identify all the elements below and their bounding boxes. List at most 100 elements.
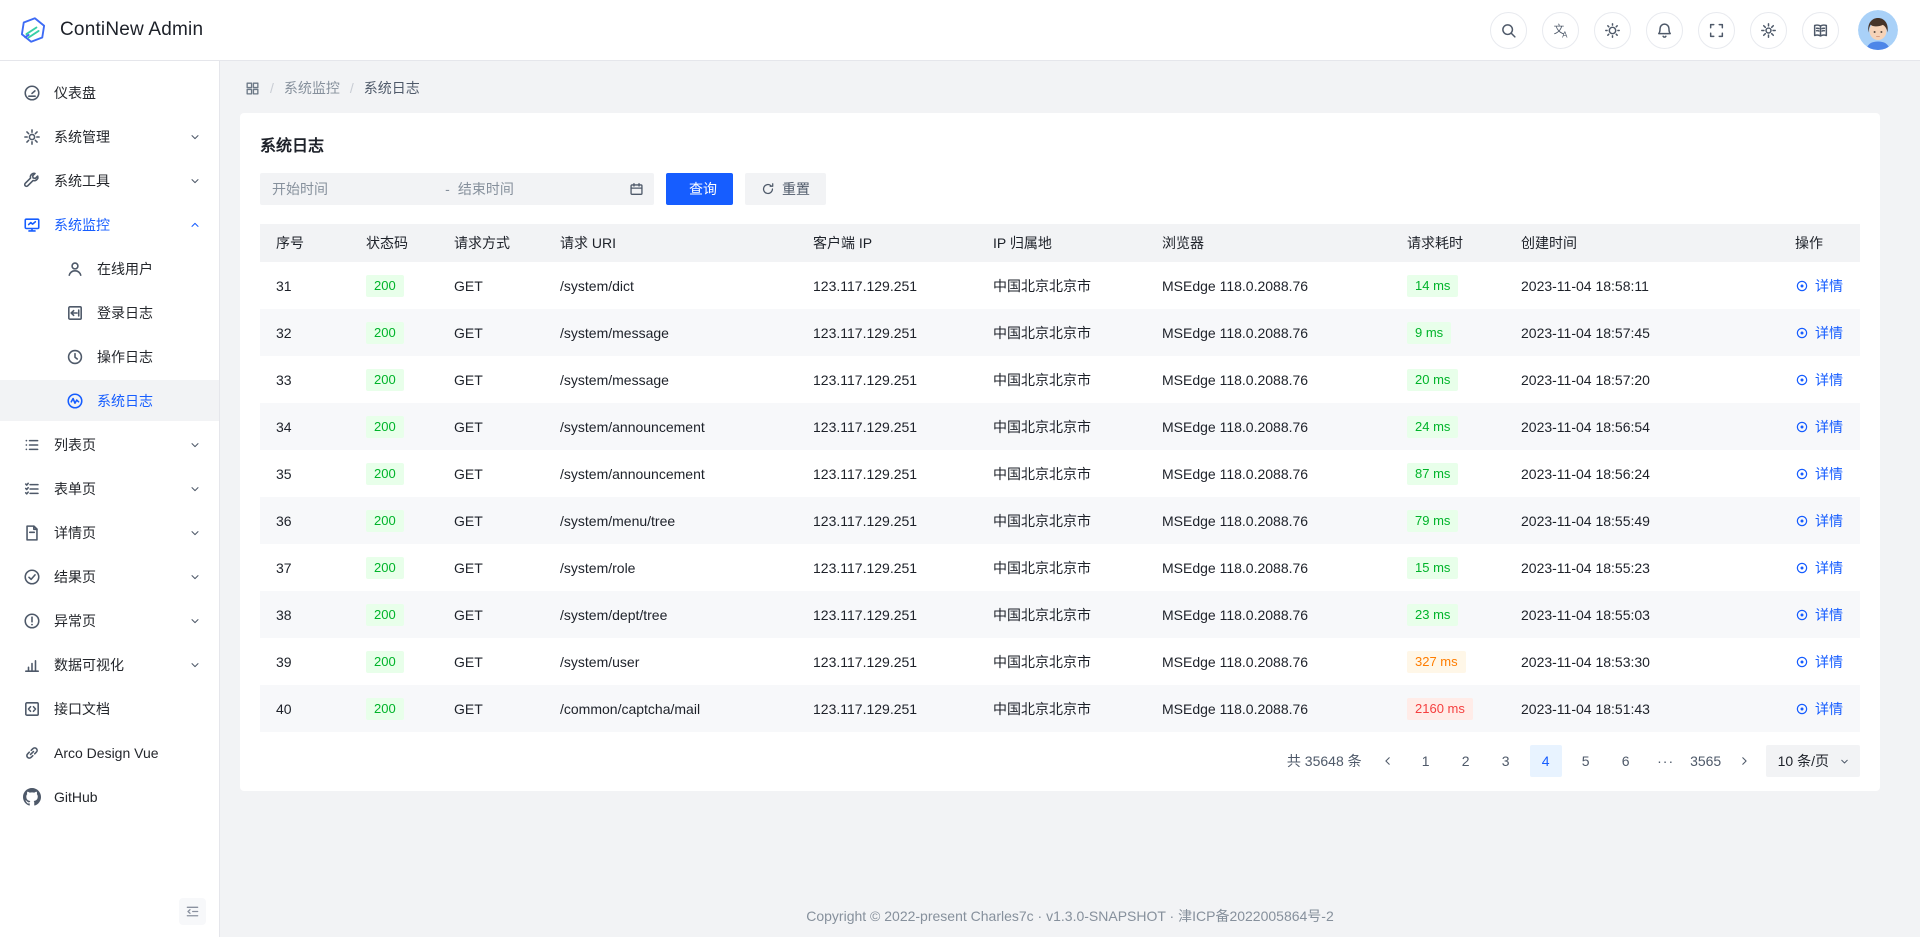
detail-link[interactable]: 详情: [1795, 558, 1843, 578]
apps-grid-icon[interactable]: [245, 81, 260, 96]
uri-cell: /system/user: [544, 638, 797, 685]
date-range-picker[interactable]: -: [260, 173, 654, 205]
column-header: 请求耗时: [1391, 224, 1505, 262]
table-row: 37200GET/system/role123.117.129.251中国北京北…: [260, 544, 1860, 591]
search-button[interactable]: [1490, 12, 1527, 49]
notification-button[interactable]: [1646, 12, 1683, 49]
collapse-sidebar-button[interactable]: [179, 898, 206, 925]
pagination-ellipsis[interactable]: ···: [1650, 745, 1682, 777]
sidebar-item-label: Arco Design Vue: [54, 745, 201, 761]
copyright-text: Copyright © 2022-present Charles7c · v1.…: [806, 908, 1334, 924]
app-logo[interactable]: ContiNew Admin: [18, 15, 203, 45]
search-button[interactable]: 查询: [666, 173, 733, 205]
sidebar-item-online-users[interactable]: 在线用户: [0, 248, 219, 289]
id-cell: 34: [260, 403, 350, 450]
detail-link[interactable]: 详情: [1795, 699, 1843, 719]
status-cell: 200: [350, 544, 438, 591]
detail-link[interactable]: 详情: [1795, 511, 1843, 531]
sidebar-item-result-page[interactable]: 结果页: [0, 556, 219, 597]
theme-light-button[interactable]: [1594, 12, 1631, 49]
id-cell: 37: [260, 544, 350, 591]
sidebar-item-arco-design-vue[interactable]: Arco Design Vue: [0, 732, 219, 773]
end-time-input[interactable]: [458, 181, 623, 197]
pagination-page-3565[interactable]: 3565: [1690, 745, 1722, 777]
pagination-next-button[interactable]: [1730, 745, 1758, 777]
pagination-page-2[interactable]: 2: [1450, 745, 1482, 777]
detail-link[interactable]: 详情: [1795, 370, 1843, 390]
translate-button[interactable]: 文A: [1542, 12, 1579, 49]
login-icon: [66, 304, 84, 322]
pagination-page-1[interactable]: 1: [1410, 745, 1442, 777]
filter-bar: - 查询 重置: [260, 173, 1860, 205]
id-cell: 33: [260, 356, 350, 403]
browser-cell: MSEdge 118.0.2088.76: [1146, 450, 1391, 497]
form-icon: [23, 480, 41, 498]
id-cell: 32: [260, 309, 350, 356]
sidebar-item-data-visualization[interactable]: 数据可视化: [0, 644, 219, 685]
settings-button[interactable]: [1750, 12, 1787, 49]
elapsed-cell: 327 ms: [1391, 638, 1505, 685]
pagination-page-3[interactable]: 3: [1490, 745, 1522, 777]
sidebar-item-system-log[interactable]: 系统日志: [0, 380, 219, 421]
detail-link[interactable]: 详情: [1795, 652, 1843, 672]
table-row: 40200GET/common/captcha/mail123.117.129.…: [260, 685, 1860, 732]
pagination-page-5[interactable]: 5: [1570, 745, 1602, 777]
pagination-page-6[interactable]: 6: [1610, 745, 1642, 777]
detail-link-label: 详情: [1815, 417, 1843, 437]
sidebar-item-label: 操作日志: [97, 347, 201, 367]
uri-cell: /system/announcement: [544, 403, 797, 450]
sidebar-item-exception-page[interactable]: 异常页: [0, 600, 219, 641]
docs-icon: [1812, 22, 1829, 39]
created-cell: 2023-11-04 18:55:03: [1505, 591, 1779, 638]
status-cell: 200: [350, 497, 438, 544]
sidebar-item-api-doc[interactable]: 接口文档: [0, 688, 219, 729]
docs-button[interactable]: [1802, 12, 1839, 49]
start-time-input[interactable]: [272, 181, 437, 197]
detail-link[interactable]: 详情: [1795, 417, 1843, 437]
detail-link[interactable]: 详情: [1795, 464, 1843, 484]
page-size-select[interactable]: 10 条/页: [1766, 745, 1860, 777]
actions-cell: 详情: [1779, 544, 1860, 591]
sidebar-item-system-monitor[interactable]: 系统监控: [0, 204, 219, 245]
detail-link[interactable]: 详情: [1795, 323, 1843, 343]
sidebar-item-dashboard[interactable]: 仪表盘: [0, 72, 219, 113]
eye-icon: [1795, 279, 1809, 293]
detail-link[interactable]: 详情: [1795, 276, 1843, 296]
sidebar-item-system-management[interactable]: 系统管理: [0, 116, 219, 157]
detail-link[interactable]: 详情: [1795, 605, 1843, 625]
elapsed-badge: 20 ms: [1407, 369, 1458, 391]
calendar-icon[interactable]: [629, 182, 644, 197]
column-header: 操作: [1779, 224, 1860, 262]
pagination-page-4[interactable]: 4: [1530, 745, 1562, 777]
status-cell: 200: [350, 262, 438, 309]
page-title: 系统日志: [260, 132, 1860, 156]
sidebar-item-operation-log[interactable]: 操作日志: [0, 336, 219, 377]
sidebar-item-system-tools[interactable]: 系统工具: [0, 160, 219, 201]
dashboard-icon: [23, 84, 41, 102]
breadcrumb-item-system-monitor[interactable]: 系统监控: [284, 78, 340, 98]
actions-cell: 详情: [1779, 497, 1860, 544]
table-row: 35200GET/system/announcement123.117.129.…: [260, 450, 1860, 497]
location-cell: 中国北京北京市: [977, 591, 1146, 638]
avatar[interactable]: [1858, 10, 1898, 50]
column-header: 客户端 IP: [797, 224, 977, 262]
sidebar-item-login-log[interactable]: 登录日志: [0, 292, 219, 333]
sidebar-item-form-page[interactable]: 表单页: [0, 468, 219, 509]
monitor-icon: [23, 216, 41, 234]
status-cell: 200: [350, 309, 438, 356]
detail-link-label: 详情: [1815, 323, 1843, 343]
status-cell: 200: [350, 450, 438, 497]
history-icon: [66, 348, 84, 366]
id-cell: 31: [260, 262, 350, 309]
sidebar-item-label: GitHub: [54, 789, 201, 805]
status-cell: 200: [350, 591, 438, 638]
sidebar-item-github[interactable]: GitHub: [0, 776, 219, 817]
fullscreen-button[interactable]: [1698, 12, 1735, 49]
ip-cell: 123.117.129.251: [797, 544, 977, 591]
reset-button[interactable]: 重置: [745, 173, 826, 205]
method-cell: GET: [438, 497, 544, 544]
sidebar-item-detail-page[interactable]: 详情页: [0, 512, 219, 553]
pagination-prev-button[interactable]: [1374, 745, 1402, 777]
sidebar-item-list-page[interactable]: 列表页: [0, 424, 219, 465]
sidebar-item-label: 列表页: [54, 435, 189, 455]
